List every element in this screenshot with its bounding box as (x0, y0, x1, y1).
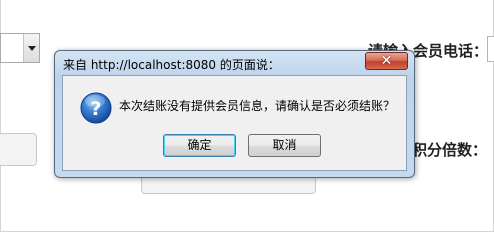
member-select[interactable] (0, 33, 40, 63)
cancel-button[interactable]: 取消 (248, 134, 321, 157)
dialog-body: ? 本次结账没有提供会员信息，请确认是否必须结账？ 确定 取消 (62, 75, 407, 171)
background-button-left[interactable] (0, 133, 37, 166)
dialog-title: 来自 http://localhost:8080 的页面说： (63, 58, 280, 72)
background-button-center[interactable] (141, 176, 316, 194)
close-icon: ✕ (380, 53, 393, 69)
question-icon: ? (80, 92, 112, 124)
member-phone-input[interactable] (487, 36, 494, 62)
points-multiplier-label: 积分倍数： (412, 141, 488, 159)
dialog-titlebar[interactable]: 来自 http://localhost:8080 的页面说： ✕ (55, 51, 414, 75)
svg-text:?: ? (90, 98, 101, 120)
close-button[interactable]: ✕ (365, 52, 408, 70)
chevron-down-icon[interactable] (23, 34, 39, 62)
ok-button[interactable]: 确定 (163, 134, 236, 157)
alert-dialog: 来自 http://localhost:8080 的页面说： ✕ ? 本次结账没… (54, 50, 415, 178)
dialog-message: 本次结账没有提供会员信息，请确认是否必须结账？ (119, 99, 396, 113)
